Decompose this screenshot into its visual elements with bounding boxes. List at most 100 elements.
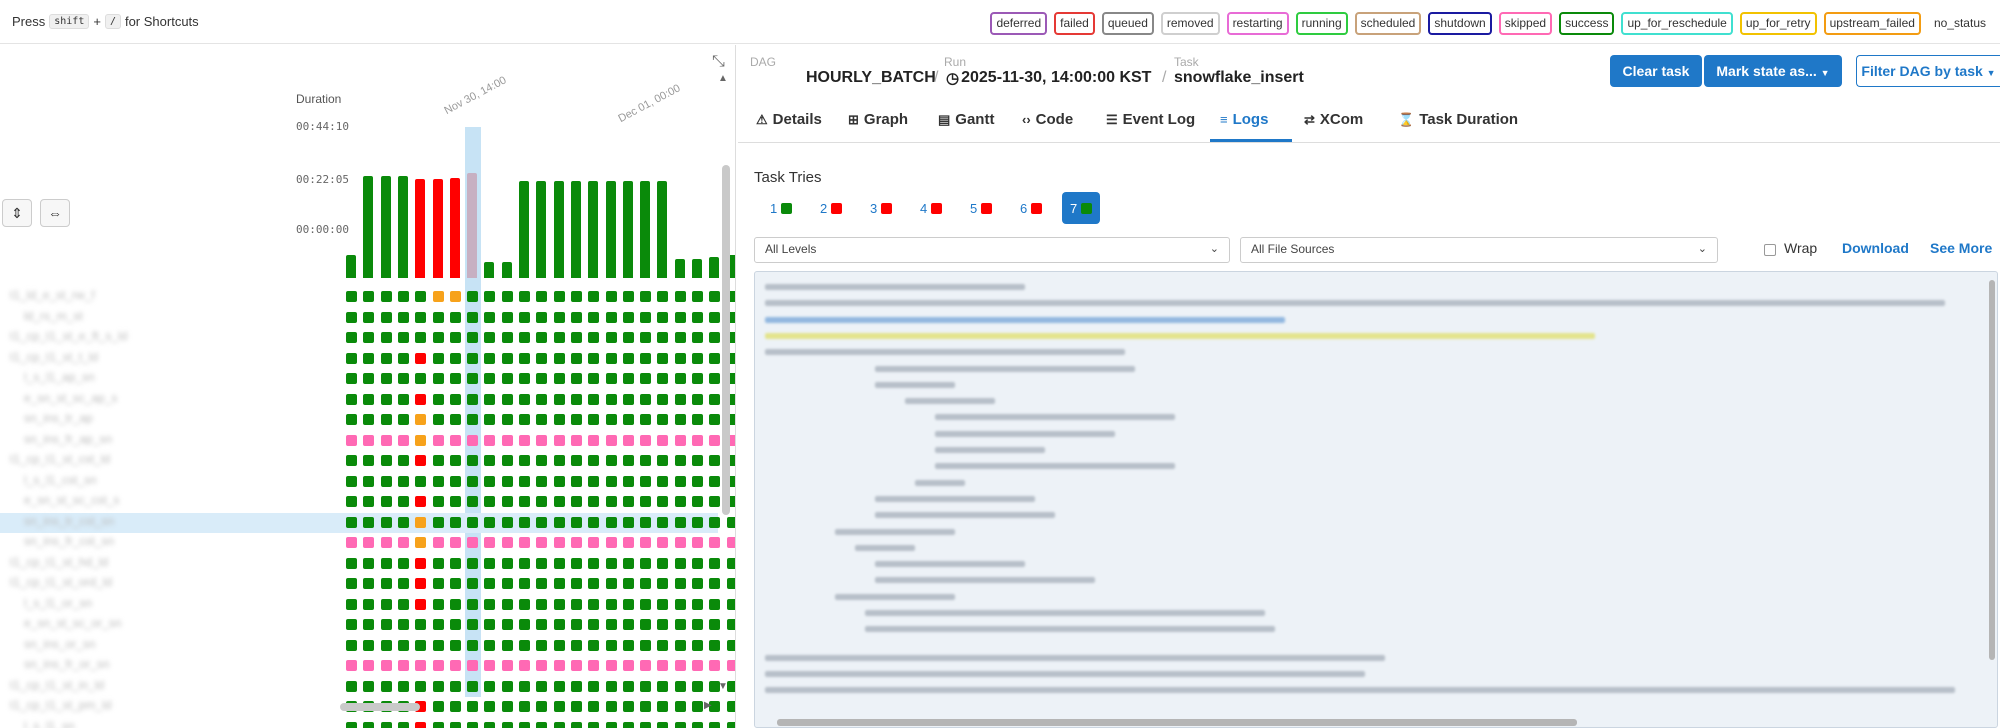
task-instance-cell[interactable]	[606, 660, 617, 671]
task-instance-cell[interactable]	[709, 660, 720, 671]
task-instance-cell[interactable]	[692, 476, 703, 487]
task-instance-cell[interactable]	[346, 660, 357, 671]
task-instance-cell[interactable]	[623, 578, 634, 589]
task-instance-cell[interactable]	[657, 517, 668, 528]
task-instance-cell[interactable]	[692, 599, 703, 610]
task-instance-cell[interactable]	[346, 394, 357, 405]
task-instance-cell[interactable]	[363, 353, 374, 364]
task-instance-cell[interactable]	[519, 619, 530, 630]
task-name[interactable]: t1_cp_t1_st_e_ft_s_ld	[10, 329, 127, 349]
task-instance-cell[interactable]	[657, 722, 668, 728]
duration-bar[interactable]	[709, 257, 719, 278]
task-instance-cell[interactable]	[692, 660, 703, 671]
task-name[interactable]: l_s_l1_or_sn	[10, 596, 92, 616]
task-instance-cell[interactable]	[571, 599, 582, 610]
legend-scheduled[interactable]: scheduled	[1354, 12, 1422, 35]
task-instance-cell[interactable]	[363, 722, 374, 728]
task-instance-cell[interactable]	[623, 291, 634, 302]
task-name[interactable]: t1_cp_t1_st_ord_ld	[10, 575, 112, 595]
task-instance-cell[interactable]	[398, 455, 409, 466]
task-instance-cell[interactable]	[433, 722, 444, 728]
task-instance-cell[interactable]	[709, 455, 720, 466]
task-instance-cell[interactable]	[519, 599, 530, 610]
task-instance-cell[interactable]	[640, 722, 651, 728]
task-instance-cell[interactable]	[519, 558, 530, 569]
task-instance-cell[interactable]	[657, 558, 668, 569]
task-instance-cell[interactable]	[657, 455, 668, 466]
task-instance-cell[interactable]	[346, 291, 357, 302]
task-instance-cell[interactable]	[588, 476, 599, 487]
task-instance-cell[interactable]	[709, 496, 720, 507]
task-instance-cell[interactable]	[415, 394, 426, 405]
task-instance-cell[interactable]	[381, 558, 392, 569]
task-instance-cell[interactable]	[363, 681, 374, 692]
task-instance-cell[interactable]	[346, 578, 357, 589]
task-instance-cell[interactable]	[381, 455, 392, 466]
task-instance-cell[interactable]	[554, 414, 565, 425]
duration-bar[interactable]	[536, 181, 546, 278]
legend-up-for-reschedule[interactable]: up_for_reschedule	[1621, 12, 1733, 35]
task-instance-cell[interactable]	[415, 619, 426, 630]
task-instance-cell[interactable]	[433, 373, 444, 384]
task-instance-cell[interactable]	[709, 353, 720, 364]
duration-bar[interactable]	[606, 181, 616, 278]
task-name[interactable]: t1_ld_e_st_rw_f	[10, 288, 95, 308]
task-instance-cell[interactable]	[675, 353, 686, 364]
task-name[interactable]: l_s_l1_cst_sn	[10, 473, 97, 493]
task-instance-cell[interactable]	[554, 394, 565, 405]
task-instance-cell[interactable]	[381, 332, 392, 343]
task-instance-cell[interactable]	[381, 312, 392, 323]
tab-event-log[interactable]: ☰ Event Log	[1106, 111, 1195, 128]
duration-bar[interactable]	[554, 181, 564, 278]
duration-bar[interactable]	[657, 181, 667, 278]
task-instance-cell[interactable]	[450, 619, 461, 630]
task-instance-cell[interactable]	[398, 640, 409, 651]
task-instance-cell[interactable]	[450, 312, 461, 323]
task-instance-cell[interactable]	[363, 619, 374, 630]
task-instance-cell[interactable]	[640, 578, 651, 589]
task-instance-cell[interactable]	[433, 681, 444, 692]
task-instance-cell[interactable]	[571, 373, 582, 384]
legend-up-for-retry[interactable]: up_for_retry	[1739, 12, 1817, 35]
task-instance-cell[interactable]	[363, 558, 374, 569]
task-instance-cell[interactable]	[623, 332, 634, 343]
task-instance-cell[interactable]	[657, 435, 668, 446]
task-instance-cell[interactable]	[588, 681, 599, 692]
task-instance-cell[interactable]	[433, 496, 444, 507]
legend-shutdown[interactable]: shutdown	[1428, 12, 1492, 35]
task-instance-cell[interactable]	[675, 599, 686, 610]
task-instance-cell[interactable]	[363, 394, 374, 405]
task-instance-cell[interactable]	[415, 373, 426, 384]
task-instance-cell[interactable]	[502, 619, 513, 630]
task-instance-cell[interactable]	[433, 312, 444, 323]
task-instance-cell[interactable]	[554, 435, 565, 446]
task-instance-cell[interactable]	[433, 291, 444, 302]
task-name[interactable]: sn_ins_fr_cst_sn	[10, 534, 114, 554]
duration-bar[interactable]	[675, 259, 685, 278]
task-instance-cell[interactable]	[640, 701, 651, 712]
task-instance-cell[interactable]	[484, 373, 495, 384]
duration-bar[interactable]	[398, 176, 408, 278]
task-instance-cell[interactable]	[363, 640, 374, 651]
task-instance-cell[interactable]	[415, 353, 426, 364]
task-instance-cell[interactable]	[709, 476, 720, 487]
task-instance-cell[interactable]	[502, 722, 513, 728]
task-instance-cell[interactable]	[588, 660, 599, 671]
task-instance-cell[interactable]	[536, 599, 547, 610]
task-instance-cell[interactable]	[675, 660, 686, 671]
task-instance-cell[interactable]	[433, 332, 444, 343]
task-instance-cell[interactable]	[675, 537, 686, 548]
task-instance-cell[interactable]	[346, 722, 357, 728]
task-instance-cell[interactable]	[398, 291, 409, 302]
task-instance-cell[interactable]	[484, 599, 495, 610]
task-instance-cell[interactable]	[623, 312, 634, 323]
task-instance-cell[interactable]	[467, 619, 478, 630]
task-instance-cell[interactable]	[415, 660, 426, 671]
task-instance-cell[interactable]	[588, 517, 599, 528]
task-instance-cell[interactable]	[727, 619, 735, 630]
task-instance-cell[interactable]	[727, 660, 735, 671]
log-level-select[interactable]: All Levels ⌄	[754, 237, 1230, 263]
task-instance-cell[interactable]	[502, 496, 513, 507]
task-instance-cell[interactable]	[450, 537, 461, 548]
task-instance-cell[interactable]	[467, 373, 478, 384]
